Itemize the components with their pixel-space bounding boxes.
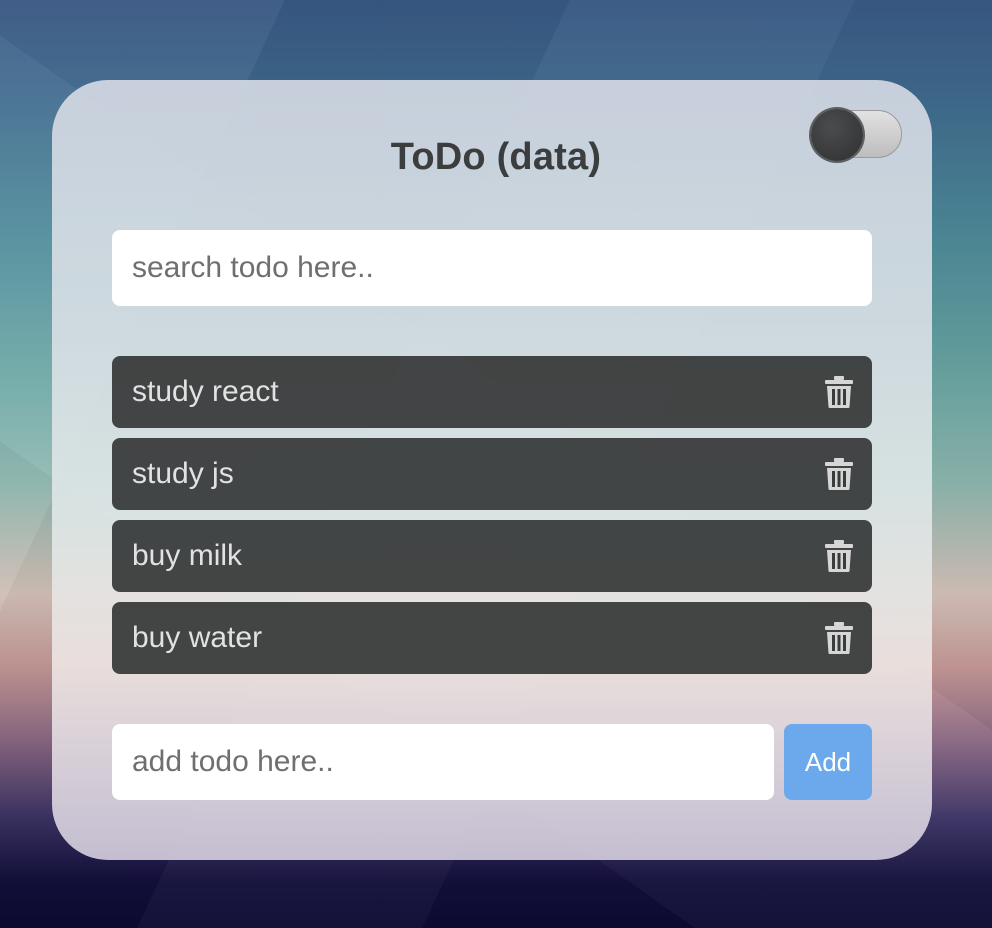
todo-item: buy water	[112, 602, 872, 674]
add-todo-input[interactable]	[112, 724, 774, 800]
page-title: ToDo (data)	[390, 136, 602, 178]
trash-icon[interactable]	[824, 375, 854, 409]
todo-item: study react	[112, 356, 872, 428]
todo-list: study react study js buy milk buy water	[112, 356, 872, 684]
trash-icon[interactable]	[824, 621, 854, 655]
todo-item: buy milk	[112, 520, 872, 592]
add-button[interactable]: Add	[784, 724, 872, 800]
trash-icon[interactable]	[824, 457, 854, 491]
search-input[interactable]	[112, 230, 872, 306]
todo-text: buy water	[132, 621, 263, 654]
trash-icon[interactable]	[824, 539, 854, 573]
todo-text: buy milk	[132, 539, 243, 572]
todo-item: study js	[112, 438, 872, 510]
todo-text: study js	[132, 457, 234, 490]
todo-text: study react	[132, 375, 279, 408]
